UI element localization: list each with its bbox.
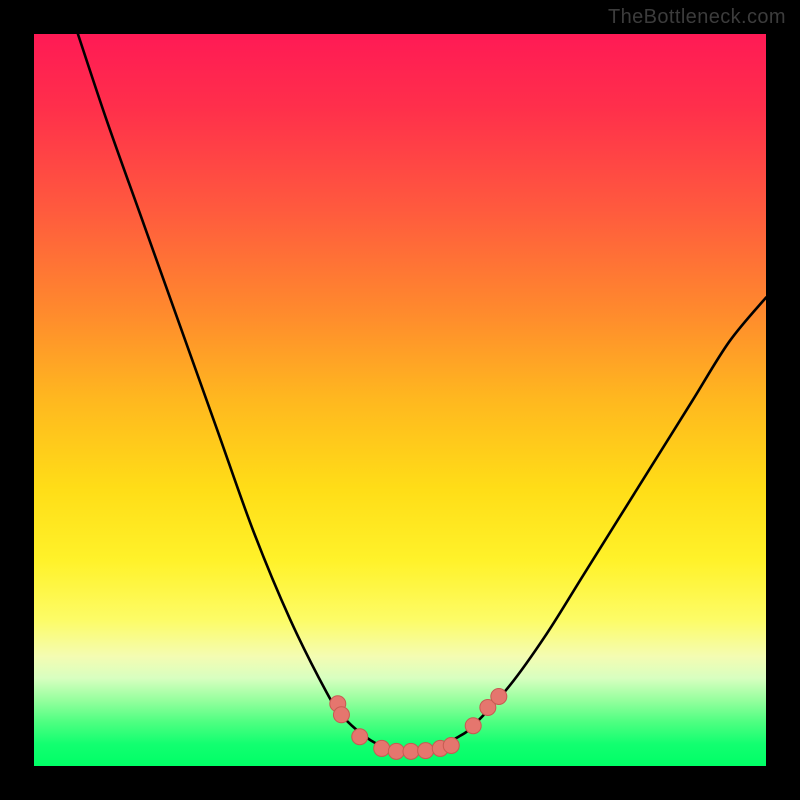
curve-marker [374, 740, 390, 756]
plot-area [34, 34, 766, 766]
curve-markers [330, 688, 507, 759]
curve-marker [418, 743, 434, 759]
chart-frame: TheBottleneck.com [0, 0, 800, 800]
curve-marker [403, 743, 419, 759]
bottleneck-curve-path [78, 34, 766, 752]
watermark-text: TheBottleneck.com [608, 6, 786, 29]
curve-marker [491, 688, 507, 704]
curve-marker [465, 718, 481, 734]
curve-marker [333, 707, 349, 723]
curve-marker [388, 743, 404, 759]
bottleneck-curve-svg [34, 34, 766, 766]
curve-marker [443, 738, 459, 754]
curve-marker [352, 729, 368, 745]
